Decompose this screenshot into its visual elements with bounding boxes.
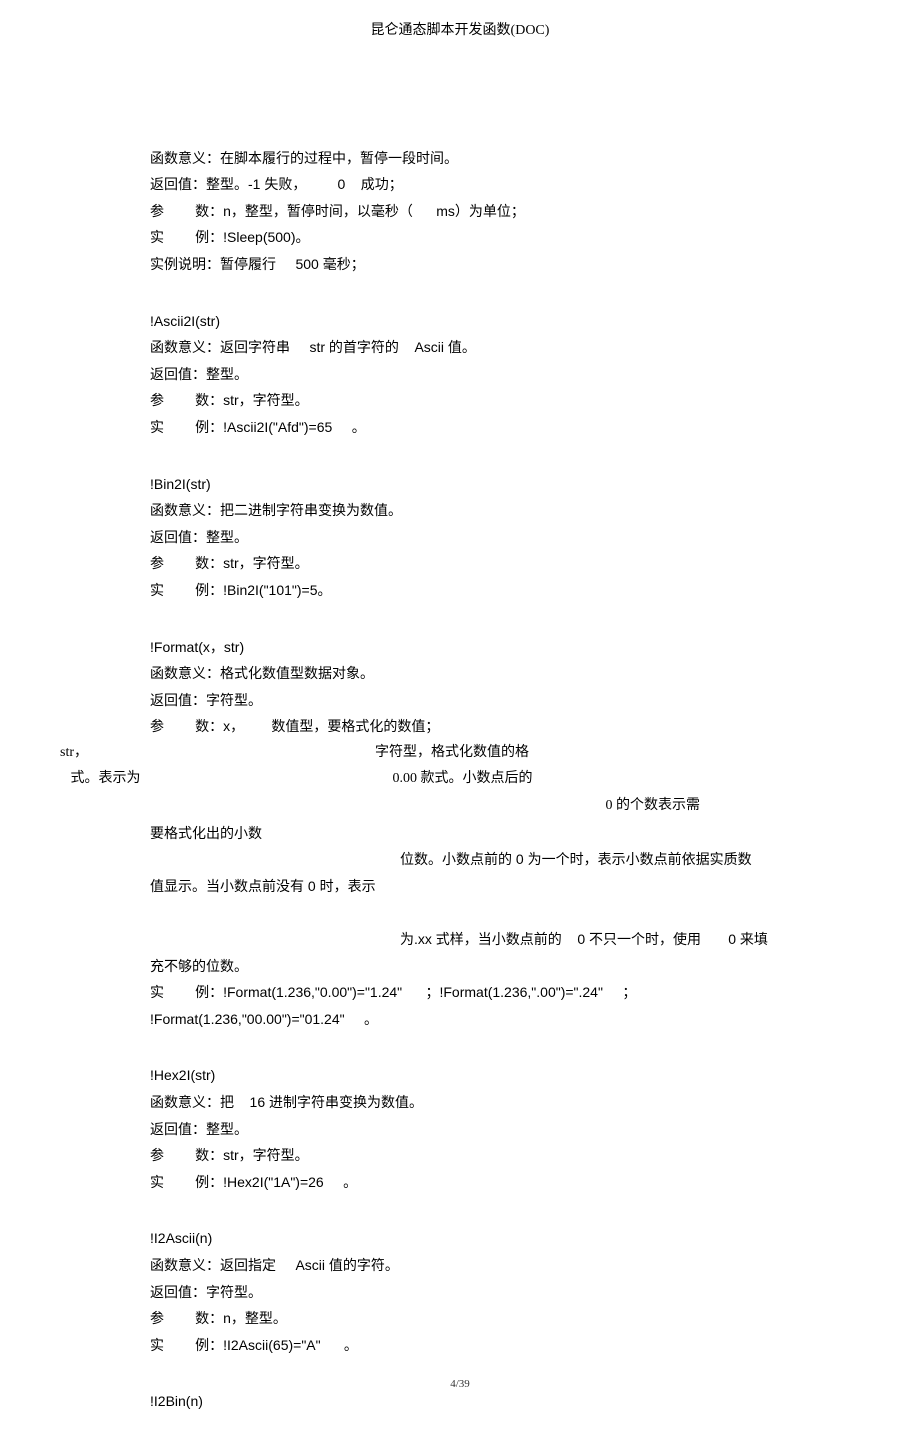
body-text: 实 例：!Hex2I("1A")=26 。 — [150, 1169, 770, 1196]
body-text: 实 例：!Format(1.236,"0.00")="1.24" ；!Forma… — [150, 979, 770, 1006]
body-text: 实 例：!I2Ascii(65)="A" 。 — [150, 1332, 770, 1359]
body-text: !Format(1.236,"00.00")="01.24" 。 — [150, 1006, 770, 1033]
section-ascii2i: !Ascii2I(str) 函数意义：返回字符串 str 的首字符的 Ascii… — [150, 308, 770, 441]
section-bin2i: !Bin2I(str) 函数意义：把二进制字符串变换为数值。 返回值：整型。 参… — [150, 471, 770, 604]
body-text: 实 例：!Ascii2I("Afd")=65 。 — [150, 414, 770, 441]
function-name: !I2Ascii(n) — [150, 1225, 770, 1252]
body-text: 函数意义：在脚本履行的过程中，暂停一段时间。 — [150, 145, 770, 172]
body-text: 函数意义：把 16 进制字符串变换为数值。 — [150, 1089, 770, 1116]
body-text: 返回值：字符型。 — [150, 1279, 770, 1306]
function-name: !Bin2I(str) — [150, 471, 770, 498]
body-text: 式。表示为 0.00 款式。小数点后的 — [60, 766, 770, 793]
body-text: 函数意义：把二进制字符串变换为数值。 — [150, 497, 770, 524]
page-number: 4/39 — [450, 1378, 470, 1390]
body-text: 返回值：字符型。 — [150, 687, 770, 714]
page-footer: 4/39 — [0, 1374, 920, 1395]
document-body: 函数意义：在脚本履行的过程中，暂停一段时间。 返回值：整型。-1 失败， 0 成… — [0, 45, 920, 1415]
body-text: 实 例：!Bin2I("101")=5。 — [150, 577, 770, 604]
section-format: !Format(x，str) 函数意义：格式化数值型数据对象。 返回值：字符型。… — [150, 634, 770, 1033]
body-text: 为.xx 式样，当小数点前的 0 不只一个时，使用 0 来填 — [150, 926, 770, 953]
body-text: 返回值：整型。 — [150, 1116, 770, 1143]
body-text: str， 字符型，格式化数值的格 — [60, 740, 770, 767]
body-text: 参 数：n，整型。 — [150, 1305, 770, 1332]
body-text: 返回值：整型。 — [150, 361, 770, 388]
body-text: 函数意义：返回指定 Ascii 值的字符。 — [150, 1252, 770, 1279]
body-text: 函数意义：格式化数值型数据对象。 — [150, 660, 770, 687]
body-text — [150, 899, 770, 926]
section-hex2i: !Hex2I(str) 函数意义：把 16 进制字符串变换为数值。 返回值：整型… — [150, 1062, 770, 1195]
body-text: 位数。小数点前的 0 为一个时，表示小数点前依据实质数 — [150, 846, 770, 873]
function-name: !Format(x，str) — [150, 634, 770, 661]
body-text: 充不够的位数。 — [150, 953, 770, 980]
function-name: !Hex2I(str) — [150, 1062, 770, 1089]
body-text: 参 数：n，整型，暂停时间，以毫秒（ ms）为单位； — [150, 198, 770, 225]
body-text: 返回值：整型。 — [150, 524, 770, 551]
body-text: 参 数：str，字符型。 — [150, 1142, 770, 1169]
body-text: 值显示。当小数点前没有 0 时，表示 — [150, 873, 770, 900]
body-text: 函数意义：返回字符串 str 的首字符的 Ascii 值。 — [150, 334, 770, 361]
body-text: 返回值：整型。-1 失败， 0 成功； — [150, 171, 770, 198]
section-sleep: 函数意义：在脚本履行的过程中，暂停一段时间。 返回值：整型。-1 失败， 0 成… — [150, 145, 770, 278]
header-title: 昆仑通态脚本开发函数(DOC) — [371, 23, 550, 38]
page-header: 昆仑通态脚本开发函数(DOC) — [0, 0, 920, 45]
body-text: 实 例：!Sleep(500)。 — [150, 224, 770, 251]
section-i2ascii: !I2Ascii(n) 函数意义：返回指定 Ascii 值的字符。 返回值：字符… — [150, 1225, 770, 1358]
function-name: !Ascii2I(str) — [150, 308, 770, 335]
body-text: 参 数：str，字符型。 — [150, 387, 770, 414]
body-text: 参 数：str，字符型。 — [150, 550, 770, 577]
body-text: 0 的个数表示需 — [150, 793, 770, 820]
body-text: 实例说明：暂停履行 500 毫秒； — [150, 251, 770, 278]
body-text: 参 数：x， 数值型，要格式化的数值； — [150, 713, 770, 740]
body-text: 要格式化出的小数 — [150, 820, 770, 847]
